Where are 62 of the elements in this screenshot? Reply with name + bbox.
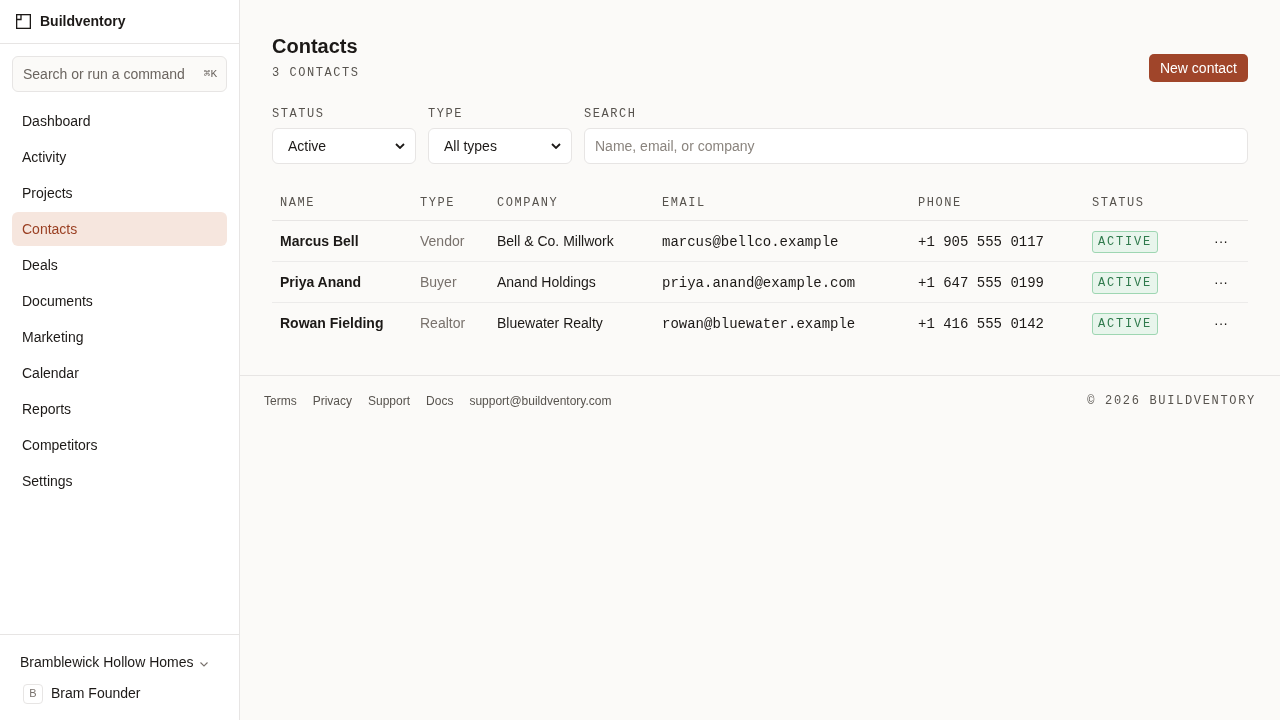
contact-type: Realtor xyxy=(420,314,466,331)
company-name: Bluewater Realty xyxy=(497,314,603,331)
contact-name: Rowan Fielding xyxy=(280,314,384,331)
filter-label: SEARCH xyxy=(584,106,638,122)
column-header: STATUS xyxy=(1092,195,1145,210)
chevron-down-icon xyxy=(199,662,208,667)
contact-name: Priya Anand xyxy=(280,273,362,290)
copyright-text: © 2026 BUILDVENTORY xyxy=(1087,393,1256,410)
contact-type: Buyer xyxy=(420,273,457,290)
column-header: NAME xyxy=(280,195,316,210)
status-badge: ACTIVE xyxy=(1092,231,1158,253)
nav-item[interactable]: Contacts xyxy=(12,212,227,246)
email-address: rowan@bluewater.example xyxy=(662,315,856,332)
contact-count: 3 CONTACTS xyxy=(272,65,360,81)
chevron-down-icon xyxy=(551,143,561,149)
more-actions-button[interactable]: ··· xyxy=(1214,315,1228,330)
footer-link[interactable]: Privacy xyxy=(312,392,352,410)
filter-label: TYPE xyxy=(428,106,465,122)
column-header: COMPANY xyxy=(497,195,559,210)
nav-item[interactable]: Deals xyxy=(12,248,227,282)
search-field[interactable]: Name, email, or company xyxy=(584,128,1248,164)
nav-item[interactable]: Competitors xyxy=(12,428,227,462)
app-name: Buildventory xyxy=(40,12,126,31)
nav-item[interactable]: Projects xyxy=(12,176,227,210)
workspace-switcher[interactable]: Bramblewick Hollow Homes xyxy=(20,651,219,673)
company-name: Bell & Co. Millwork xyxy=(497,232,614,249)
contact-type: Vendor xyxy=(420,232,465,249)
column-header: PHONE xyxy=(918,195,962,210)
phone-number: +1 416 555 0142 xyxy=(918,315,1045,332)
filter-select[interactable]: Active xyxy=(272,128,416,164)
user-avatar: B xyxy=(23,683,43,704)
status-badge: ACTIVE xyxy=(1092,272,1158,294)
company-name: Anand Holdings xyxy=(497,273,596,290)
nav-item[interactable]: Activity xyxy=(12,140,227,174)
nav-item[interactable]: Calendar xyxy=(12,356,227,390)
chevron-down-icon xyxy=(395,143,405,149)
filter-select[interactable]: All types xyxy=(428,128,572,164)
phone-number: +1 647 555 0199 xyxy=(918,274,1045,291)
nav-item[interactable]: Reports xyxy=(12,392,227,426)
new-contact-button[interactable]: New contact xyxy=(1148,54,1248,82)
keyboard-shortcut: ⌘K xyxy=(203,67,217,82)
footer-link[interactable]: Terms xyxy=(264,392,297,410)
nav-item[interactable]: Documents xyxy=(12,284,227,318)
more-actions-button[interactable]: ··· xyxy=(1214,233,1228,248)
panel-layout-icon xyxy=(16,14,31,29)
footer-link[interactable]: Docs xyxy=(426,392,454,410)
email-address: marcus@bellco.example xyxy=(662,233,839,250)
footer-link[interactable]: Support xyxy=(368,392,411,410)
page-title: Contacts xyxy=(272,34,359,59)
status-badge: ACTIVE xyxy=(1092,313,1158,336)
more-actions-button[interactable]: ··· xyxy=(1214,274,1228,289)
phone-number: +1 905 555 0117 xyxy=(918,233,1045,250)
nav-item[interactable]: Settings xyxy=(12,464,227,498)
nav-item[interactable]: Marketing xyxy=(12,320,227,354)
nav-item[interactable]: Dashboard xyxy=(12,104,227,138)
email-address: priya.anand@example.com xyxy=(662,274,856,291)
column-header: TYPE xyxy=(420,195,456,210)
filter-label: STATUS xyxy=(272,106,326,122)
contact-name: Marcus Bell xyxy=(280,232,359,249)
footer-link[interactable]: support@buildventory.com xyxy=(469,392,612,410)
column-header: EMAIL xyxy=(662,195,706,210)
user-name: Bram Founder xyxy=(51,684,141,703)
